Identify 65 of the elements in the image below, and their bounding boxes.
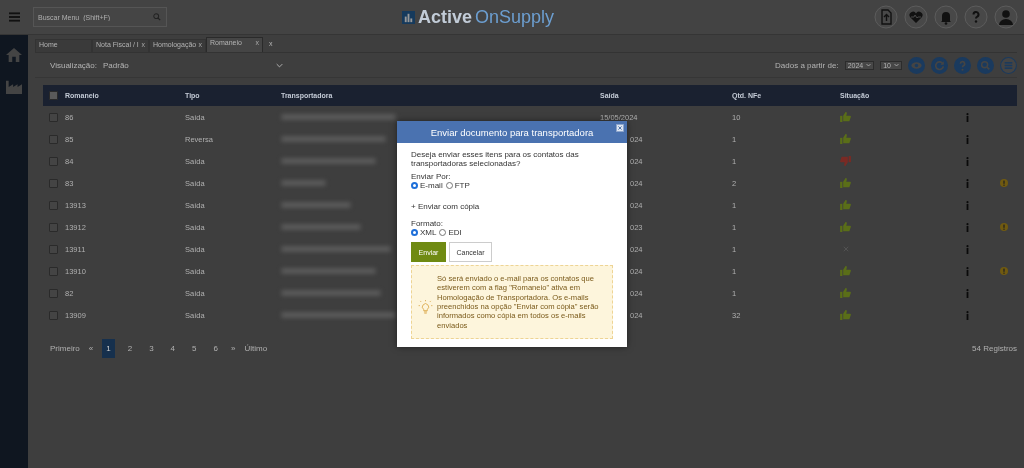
refresh-icon[interactable] bbox=[931, 56, 948, 74]
bar-chart-icon bbox=[402, 10, 415, 24]
row-checkbox[interactable] bbox=[49, 244, 58, 254]
radio-option[interactable]: E-mail bbox=[411, 181, 443, 190]
row-checkbox[interactable] bbox=[49, 288, 58, 298]
menu-icon[interactable] bbox=[9, 12, 20, 22]
info-icon[interactable] bbox=[966, 244, 969, 254]
date-from-label: Dados a partir de: bbox=[775, 60, 839, 70]
page-link[interactable]: 1 bbox=[102, 339, 115, 358]
page-link[interactable]: 5 bbox=[188, 339, 201, 358]
info-icon[interactable] bbox=[966, 288, 969, 298]
view-select[interactable]: Padrão bbox=[103, 60, 283, 70]
last-page-link[interactable]: Último bbox=[244, 344, 268, 353]
info-icon[interactable] bbox=[966, 156, 969, 166]
help-icon[interactable] bbox=[964, 5, 988, 29]
view-label: Visualização: bbox=[50, 60, 97, 70]
info-icon[interactable] bbox=[966, 310, 969, 320]
send-by-label: Enviar Por: bbox=[411, 172, 451, 181]
user-avatar-icon[interactable] bbox=[994, 5, 1018, 29]
chevron-icon bbox=[894, 63, 899, 67]
search-icon[interactable] bbox=[977, 56, 994, 74]
info-icon[interactable] bbox=[966, 178, 969, 188]
logo-text-bold: Active bbox=[418, 6, 473, 28]
menu-icon[interactable] bbox=[1000, 56, 1017, 74]
page-link[interactable]: 6 bbox=[209, 339, 222, 358]
lightbulb-icon bbox=[418, 299, 433, 315]
chevron-icon bbox=[276, 62, 283, 68]
info-icon[interactable] bbox=[966, 200, 969, 210]
row-checkbox[interactable] bbox=[49, 112, 58, 122]
radio-option[interactable]: FTP bbox=[445, 181, 470, 190]
radio-option[interactable]: XML bbox=[411, 228, 437, 237]
row-checkbox[interactable] bbox=[49, 266, 58, 276]
cc-link[interactable]: + Enviar com cópia bbox=[411, 202, 480, 211]
select-all-checkbox[interactable] bbox=[49, 91, 58, 100]
record-count: 54 Registros bbox=[972, 344, 1017, 353]
page-link[interactable]: 3 bbox=[145, 339, 158, 358]
info-icon[interactable] bbox=[966, 222, 969, 232]
bell-icon[interactable] bbox=[934, 5, 958, 29]
radio-option[interactable]: EDI bbox=[439, 228, 462, 237]
previous-page-link[interactable]: « bbox=[88, 344, 94, 353]
chevron-icon bbox=[866, 63, 872, 67]
first-page-link[interactable]: Primeiro bbox=[50, 344, 80, 353]
info-icon[interactable] bbox=[966, 112, 969, 122]
row-checkbox[interactable] bbox=[49, 310, 58, 320]
help-icon[interactable] bbox=[954, 56, 971, 74]
format-label: Formato: bbox=[411, 219, 443, 228]
logo-text: OnSupply bbox=[475, 6, 555, 28]
dialog-question: Deseja enviar esses itens para os contatos das transportadoras selecionadas? bbox=[411, 150, 580, 168]
next-page-link[interactable]: » bbox=[230, 344, 236, 353]
close-icon[interactable] bbox=[616, 124, 624, 132]
page-link[interactable]: 2 bbox=[123, 339, 137, 358]
row-checkbox[interactable] bbox=[49, 222, 58, 232]
info-icon[interactable] bbox=[966, 134, 969, 144]
home-icon[interactable] bbox=[5, 47, 23, 63]
page-link[interactable]: 4 bbox=[166, 339, 180, 358]
factory-icon[interactable] bbox=[5, 79, 23, 95]
upload-document-icon[interactable] bbox=[874, 5, 898, 29]
row-checkbox[interactable] bbox=[49, 156, 58, 166]
info-icon[interactable] bbox=[966, 266, 969, 276]
row-checkbox[interactable] bbox=[49, 178, 58, 188]
dialog-title: Enviar documento para transportadora bbox=[430, 126, 594, 138]
row-checkbox[interactable] bbox=[49, 134, 58, 144]
row-checkbox[interactable] bbox=[49, 200, 58, 210]
heart-pulse-icon[interactable] bbox=[904, 5, 928, 29]
eye-icon[interactable] bbox=[908, 56, 925, 74]
